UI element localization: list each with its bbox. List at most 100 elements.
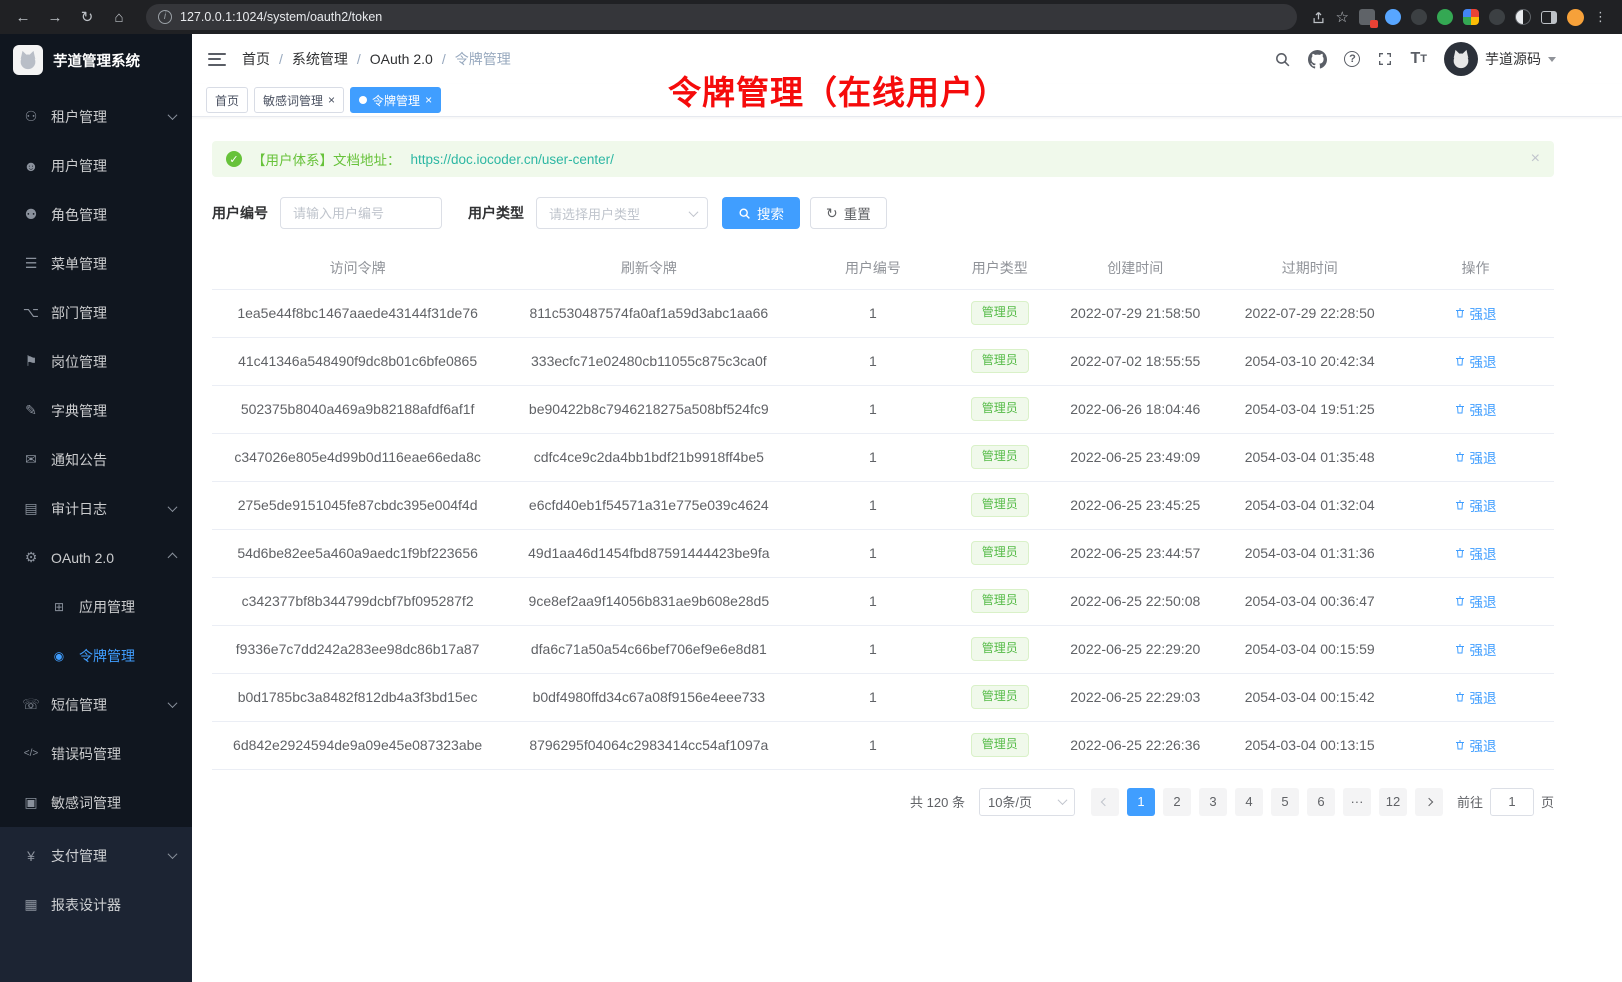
cell-actions: 强退 (1397, 481, 1554, 529)
home-icon[interactable]: ⌂ (106, 4, 132, 30)
user-id-input[interactable] (280, 197, 442, 229)
sidebar-item-notice[interactable]: ✉ 通知公告 (0, 435, 192, 484)
site-info-icon[interactable]: i (158, 10, 172, 24)
cell-access-token: c347026e805e4d99b0d116eae66eda8c (212, 433, 503, 481)
sidebar-item-oauth2-app[interactable]: ⊞ 应用管理 (0, 582, 192, 631)
breadcrumb-oauth2[interactable]: OAuth 2.0 (370, 51, 433, 67)
sidebar-item-audit-log[interactable]: ▤ 审计日志 (0, 484, 192, 533)
extension-colorful-icon[interactable] (1463, 9, 1479, 25)
sidebar-item-tenant[interactable]: ⚇ 租户管理 (0, 92, 192, 141)
font-size-icon[interactable]: TT (1410, 50, 1427, 68)
cell-access-token: 41c41346a548490f9dc8b01c6bfe0865 (212, 337, 503, 385)
page-ellipsis[interactable]: ··· (1343, 788, 1371, 816)
user-type-badge: 管理员 (971, 637, 1029, 661)
page-content: ✓ 【用户体系】文档地址： https://doc.iocoder.cn/use… (192, 117, 1622, 982)
user-icon: ☻ (20, 158, 42, 174)
forward-icon[interactable]: → (42, 4, 68, 30)
user-type-badge: 管理员 (971, 733, 1029, 757)
user-type-select[interactable]: 请选择用户类型 (536, 197, 708, 229)
github-icon[interactable] (1308, 50, 1327, 69)
force-logout-button[interactable]: 强退 (1454, 591, 1496, 611)
sidebar-item-oauth2[interactable]: ⚙ OAuth 2.0 (0, 533, 192, 582)
extension-dark-icon[interactable] (1411, 9, 1427, 25)
page-button-2[interactable]: 2 (1163, 788, 1191, 816)
extension-dark2-icon[interactable] (1489, 9, 1505, 25)
force-logout-button[interactable]: 强退 (1454, 495, 1496, 515)
page-size-select[interactable]: 10条/页 (979, 788, 1075, 816)
cell-actions: 强退 (1397, 529, 1554, 577)
page-button-12[interactable]: 12 (1379, 788, 1407, 816)
reset-button[interactable]: ↻ 重置 (810, 197, 887, 229)
force-logout-button[interactable]: 强退 (1454, 543, 1496, 563)
help-icon[interactable]: ? (1344, 51, 1360, 67)
extension-contrast-icon[interactable] (1515, 9, 1531, 25)
user-menu[interactable]: 芋道源码 (1444, 42, 1556, 76)
table-row: 41c41346a548490f9dc8b01c6bfe0865 333ecfc… (212, 337, 1554, 385)
cell-expired: 2054-03-10 20:42:34 (1223, 337, 1397, 385)
extension-green-icon[interactable] (1437, 9, 1453, 25)
sidebar-item-dict[interactable]: ✎ 字典管理 (0, 386, 192, 435)
sidebar-item-post[interactable]: ⚑ 岗位管理 (0, 337, 192, 386)
user-type-badge: 管理员 (971, 445, 1029, 469)
prev-page-button[interactable] (1091, 788, 1119, 816)
sidebar-item-role[interactable]: ⚉ 角色管理 (0, 190, 192, 239)
share-icon[interactable] (1311, 10, 1326, 25)
back-icon[interactable]: ← (10, 4, 36, 30)
bookmark-star-icon[interactable]: ☆ (1336, 8, 1349, 26)
force-logout-button[interactable]: 强退 (1454, 687, 1496, 707)
tab-sensitive-word[interactable]: 敏感词管理 × (254, 87, 344, 113)
page-button-6[interactable]: 6 (1307, 788, 1335, 816)
search-button[interactable]: 搜索 (722, 197, 800, 229)
fullscreen-icon[interactable] (1377, 51, 1393, 67)
extension-badge (1370, 20, 1378, 28)
sidebar-item-report-designer[interactable]: ▦ 报表设计器 (0, 880, 192, 929)
collapse-sidebar-icon[interactable] (208, 53, 226, 66)
sidebar-item-user[interactable]: ☻ 用户管理 (0, 141, 192, 190)
url-bar[interactable]: i 127.0.0.1:1024/system/oauth2/token (146, 4, 1297, 30)
col-refresh-token: 刷新令牌 (503, 247, 794, 289)
page-button-3[interactable]: 3 (1199, 788, 1227, 816)
cell-user-type: 管理员 (951, 289, 1048, 337)
cell-actions: 强退 (1397, 433, 1554, 481)
side-panel-icon[interactable] (1541, 11, 1557, 24)
app-logo[interactable]: 芋道管理系统 (0, 34, 192, 86)
extension-badged-icon[interactable] (1359, 9, 1375, 25)
page-button-5[interactable]: 5 (1271, 788, 1299, 816)
tab-oauth2-token[interactable]: 令牌管理 × (350, 87, 441, 113)
tab-close-icon[interactable]: × (425, 94, 432, 106)
sidebar-item-oauth2-token[interactable]: ◉ 令牌管理 (0, 631, 192, 680)
search-icon[interactable] (1274, 51, 1291, 68)
force-logout-button[interactable]: 强退 (1454, 639, 1496, 659)
alert-close-icon[interactable]: × (1531, 150, 1540, 168)
breadcrumb-system[interactable]: 系统管理 (292, 49, 348, 69)
sidebar-item-pay[interactable]: ¥ 支付管理 (0, 831, 192, 880)
browser-menu-icon[interactable]: ⋮ (1594, 9, 1608, 25)
annotation-text: 令牌管理（在线用户） (668, 66, 1008, 114)
next-page-button[interactable] (1415, 788, 1443, 816)
force-logout-button[interactable]: 强退 (1454, 735, 1496, 755)
tab-home[interactable]: 首页 (206, 87, 248, 113)
force-logout-button[interactable]: 强退 (1454, 303, 1496, 323)
error-code-icon: </> (20, 748, 42, 759)
cell-refresh-token: 8796295f04064c2983414cc54af1097a (503, 721, 794, 769)
force-logout-button[interactable]: 强退 (1454, 351, 1496, 371)
profile-avatar[interactable] (1567, 9, 1584, 26)
sidebar-item-sensitive-word[interactable]: ▣ 敏感词管理 (0, 778, 192, 827)
breadcrumb-home[interactable]: 首页 (242, 49, 270, 69)
sidebar-item-menu[interactable]: ☰ 菜单管理 (0, 239, 192, 288)
extension-blue-icon[interactable] (1385, 9, 1401, 25)
sidebar-item-dept[interactable]: ⌥ 部门管理 (0, 288, 192, 337)
force-logout-button[interactable]: 强退 (1454, 399, 1496, 419)
force-logout-button[interactable]: 强退 (1454, 447, 1496, 467)
tab-close-icon[interactable]: × (328, 94, 335, 106)
page-button-4[interactable]: 4 (1235, 788, 1263, 816)
doc-link[interactable]: https://doc.iocoder.cn/user-center/ (411, 152, 614, 167)
page-button-1[interactable]: 1 (1127, 788, 1155, 816)
reload-icon[interactable]: ↻ (74, 4, 100, 30)
chevron-down-icon (689, 207, 699, 217)
sidebar-item-error-code[interactable]: </> 错误码管理 (0, 729, 192, 778)
sidebar-item-sms[interactable]: ☏ 短信管理 (0, 680, 192, 729)
goto-page-input[interactable] (1490, 788, 1534, 816)
col-expired: 过期时间 (1223, 247, 1397, 289)
user-id-label: 用户编号 (212, 203, 268, 223)
